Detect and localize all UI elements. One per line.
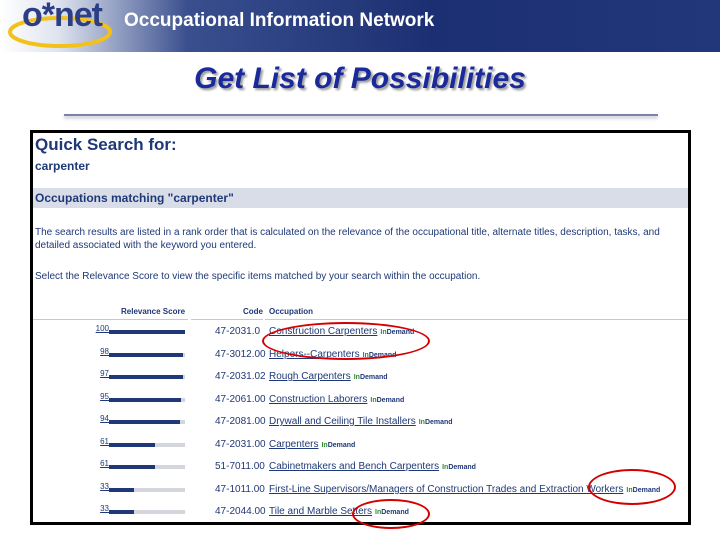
occupation-code: 47-3012.00	[215, 348, 266, 360]
relevance-bar-fill	[109, 465, 156, 469]
occupation-code: 47-1011.00	[215, 483, 265, 495]
header-banner: o*net Occupational Information Network	[0, 0, 720, 52]
relevance-bar-track	[109, 375, 185, 379]
header-rule-relevance	[33, 319, 188, 320]
table-row: 94 47-2081.00 Drywall and Ceiling Tile Ins…	[33, 414, 688, 438]
relevance-score-link[interactable]: 95	[91, 392, 109, 401]
relevance-bar-fill	[109, 487, 135, 492]
relevance-bar-fill	[109, 330, 185, 334]
relevance-score-link[interactable]: 33	[91, 482, 109, 491]
onet-logo[interactable]: o*net	[8, 0, 128, 52]
occupation-title: Carpenters	[269, 438, 319, 450]
occupation-title: Cabinetmakers and Bench Carpenters	[269, 461, 440, 472]
annotation-circle-tile-setters	[352, 499, 430, 529]
quick-search-label: Quick Search for:	[35, 135, 177, 154]
relevance-bar-fill	[109, 420, 181, 424]
select-instruction: Select the Relevance Score to view the s…	[35, 271, 481, 282]
table-row: 61 51-7011.00 Cabinetmakers and Bench Carp…	[33, 459, 688, 483]
in-demand-badge[interactable]: InDemand	[442, 464, 476, 471]
occupation-code: 47-2031.0	[215, 326, 261, 337]
occupation-title: First-Line Supervisors/Managers of Const…	[269, 483, 624, 495]
in-demand-badge-demand: Demand	[424, 419, 453, 426]
search-term: carpenter	[35, 159, 90, 173]
in-demand-badge[interactable]: InDemand	[321, 442, 355, 449]
column-header-relevance[interactable]: Relevance Score	[121, 307, 185, 316]
relevance-bar-track	[109, 487, 185, 492]
header-rule-occupation	[265, 319, 688, 320]
relevance-bar-track	[109, 352, 185, 357]
relevance-bar-fill	[109, 352, 184, 357]
in-demand-badge-demand: Demand	[448, 464, 476, 471]
slide-title: Get List of Possibilities	[194, 62, 526, 95]
column-header-code[interactable]: Code	[243, 307, 263, 316]
occupation-link[interactable]: Rough Carpenters InDemand	[269, 371, 388, 382]
occupation-code: 47-2061.00	[215, 393, 266, 405]
relevance-score-link[interactable]: 33	[91, 504, 109, 513]
relevance-score-link[interactable]: 97	[91, 369, 109, 378]
relevance-bar-track	[109, 397, 185, 402]
relevance-score-link[interactable]: 61	[91, 437, 109, 446]
occupation-code: 47-2044.00	[215, 506, 266, 517]
relevance-bar-fill	[109, 510, 135, 514]
relevance-bar-track	[109, 465, 185, 469]
occupation-link[interactable]: Construction Laborers InDemand	[269, 394, 404, 405]
relevance-score-link[interactable]: 100	[91, 324, 109, 333]
occupation-link[interactable]: Carpenters InDemand	[269, 439, 355, 450]
relevance-bar-track	[109, 510, 185, 514]
table-row: 97 47-2031.02 Rough Carpenters InDemand	[33, 369, 688, 393]
occupation-title: Rough Carpenters	[269, 371, 351, 382]
relevance-bar-fill	[109, 397, 182, 402]
occupations-heading-bar: Occupations matching "carpenter"	[33, 188, 688, 208]
occupation-code: 47-2031.00	[215, 438, 266, 450]
table-row: 95 47-2061.00 Construction Laborers InDeman…	[33, 392, 688, 416]
results-description: The search results are listed in a rank …	[35, 227, 660, 251]
relevance-bar-track	[109, 330, 185, 334]
occupations-heading: Occupations matching "carpenter"	[35, 191, 234, 205]
relevance-bar-fill	[109, 442, 156, 447]
in-demand-badge[interactable]: InDemand	[419, 419, 453, 426]
relevance-score-link[interactable]: 94	[91, 414, 109, 423]
annotation-circle-top-result	[262, 322, 430, 360]
occupation-code: 51-7011.00	[215, 461, 265, 472]
table-row: 61 47-2031.00 Carpenters InDemand	[33, 437, 688, 461]
logo-text: o*net	[22, 0, 103, 34]
annotation-circle-in-demand	[588, 469, 676, 505]
occupation-title: Drywall and Ceiling Tile Installers	[269, 416, 416, 427]
title-divider	[64, 114, 658, 116]
occupation-code: 47-2031.02	[215, 371, 266, 382]
relevance-bar-track	[109, 442, 185, 447]
occupation-title: Construction Laborers	[269, 393, 368, 405]
header-rule-code	[191, 319, 263, 320]
in-demand-badge-demand: Demand	[376, 396, 405, 404]
in-demand-badge[interactable]: InDemand	[354, 374, 388, 381]
occupation-link[interactable]: Drywall and Ceiling Tile Installers InDem…	[269, 416, 453, 427]
occupation-link[interactable]: Cabinetmakers and Bench Carpenters InDema…	[269, 461, 476, 472]
relevance-score-link[interactable]: 98	[91, 347, 109, 356]
occupation-code: 47-2081.00	[215, 416, 266, 427]
relevance-bar-fill	[109, 375, 183, 379]
in-demand-badge[interactable]: InDemand	[370, 397, 404, 404]
in-demand-badge-demand: Demand	[327, 441, 356, 449]
column-header-occupation[interactable]: Occupation	[269, 307, 313, 316]
relevance-bar-track	[109, 420, 185, 424]
relevance-score-link[interactable]: 61	[91, 459, 109, 468]
site-title: Occupational Information Network	[124, 10, 435, 31]
in-demand-badge-demand: Demand	[359, 374, 388, 381]
